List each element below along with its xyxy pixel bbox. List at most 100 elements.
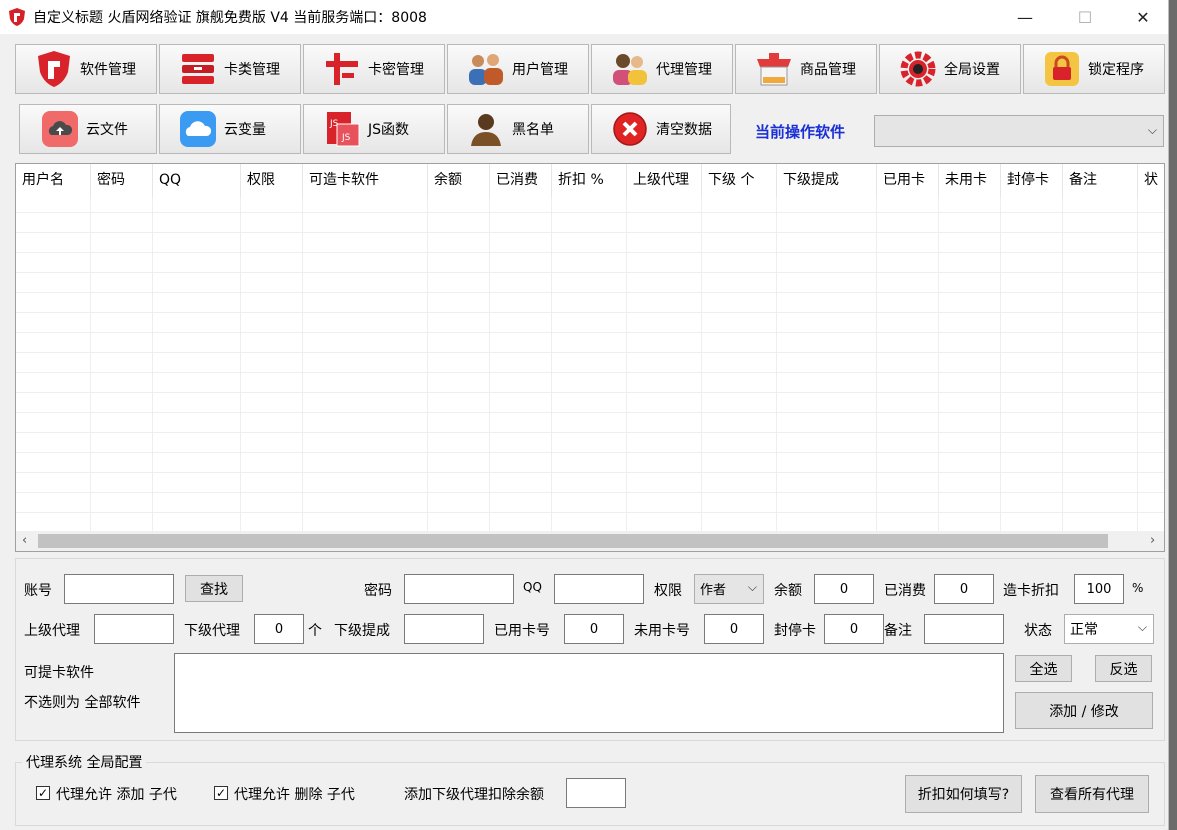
column-header[interactable]: 折扣 %: [552, 164, 627, 198]
column-header[interactable]: 已用卡: [877, 164, 939, 198]
banned-cards-input[interactable]: [824, 614, 884, 644]
user-manage-button[interactable]: 用户管理: [447, 44, 589, 94]
banned-cards-label: 封停卡: [774, 623, 816, 639]
cloud-file-label: 云文件: [86, 122, 128, 138]
cloud-variable-button[interactable]: 云变量: [159, 104, 301, 154]
qq-input[interactable]: [554, 574, 644, 604]
allow-delete-checkbox[interactable]: ✓: [214, 786, 228, 800]
scrollbar-thumb[interactable]: [38, 534, 1108, 548]
software-manage-label: 软件管理: [80, 62, 136, 78]
card-stack-icon: [178, 49, 218, 89]
parent-agent-input[interactable]: [94, 614, 174, 644]
scroll-left-icon[interactable]: ‹: [22, 531, 27, 551]
column-header[interactable]: QQ: [153, 164, 241, 198]
account-label: 账号: [24, 583, 52, 599]
svg-text:JS: JS: [329, 119, 339, 129]
invert-selection-button[interactable]: 反选: [1095, 655, 1152, 682]
note-label: 备注: [884, 623, 912, 639]
column-divider: [938, 198, 939, 532]
blacklist-button[interactable]: 黑名单: [447, 104, 589, 154]
deduct-balance-input[interactable]: [566, 778, 626, 808]
deduct-balance-label: 添加下级代理扣除余额: [404, 787, 544, 803]
allow-add-checkbox[interactable]: ✓: [36, 786, 50, 800]
column-header[interactable]: 下级提成: [777, 164, 877, 198]
discount-help-button[interactable]: 折扣如何填写?: [905, 775, 1022, 813]
svg-text:JS: JS: [341, 133, 351, 143]
row-divider: [16, 412, 1164, 413]
select-all-button[interactable]: 全选: [1015, 655, 1072, 682]
column-header[interactable]: 密码: [91, 164, 153, 198]
column-divider: [152, 198, 153, 532]
row-divider: [16, 512, 1164, 513]
column-header[interactable]: 用户名: [16, 164, 91, 198]
view-all-agents-button[interactable]: 查看所有代理: [1035, 775, 1149, 813]
used-cards-input[interactable]: [564, 614, 624, 644]
current-software-select[interactable]: ⌵: [874, 115, 1164, 147]
row-divider: [16, 232, 1164, 233]
global-settings-button[interactable]: 全局设置: [879, 44, 1021, 94]
percent-label: %: [1132, 581, 1144, 595]
consumed-input[interactable]: [934, 574, 994, 604]
card-key-manage-button[interactable]: 卡密管理: [303, 44, 445, 94]
account-input[interactable]: [64, 574, 174, 604]
note-input[interactable]: [924, 614, 1004, 644]
add-modify-button[interactable]: 添加 / 修改: [1015, 692, 1153, 729]
agent-manage-label: 代理管理: [656, 62, 712, 78]
goods-manage-label: 商品管理: [800, 62, 856, 78]
column-header[interactable]: 余额: [428, 164, 490, 198]
column-header[interactable]: 备注: [1063, 164, 1138, 198]
column-header[interactable]: 已消费: [490, 164, 552, 198]
software-manage-button[interactable]: 软件管理: [15, 44, 157, 94]
sub-agent-label: 下级代理: [184, 623, 240, 639]
status-select[interactable]: 正常 ⌵: [1064, 614, 1154, 644]
horizontal-scrollbar[interactable]: ‹ ›: [16, 531, 1164, 551]
row-divider: [16, 392, 1164, 393]
row-divider: [16, 292, 1164, 293]
scroll-right-icon[interactable]: ›: [1150, 531, 1155, 551]
card-type-manage-label: 卡类管理: [224, 62, 280, 78]
column-header[interactable]: 权限: [241, 164, 303, 198]
row-divider: [16, 372, 1164, 373]
used-cards-label: 已用卡号: [494, 623, 550, 639]
blacklist-label: 黑名单: [512, 122, 554, 138]
password-input[interactable]: [404, 574, 514, 604]
column-header[interactable]: 未用卡: [939, 164, 1001, 198]
cloud-upload-icon: [40, 109, 80, 149]
clear-data-button[interactable]: 清空数据: [591, 104, 731, 154]
agents-icon: [610, 49, 650, 89]
unused-cards-input[interactable]: [704, 614, 764, 644]
sub-commission-input[interactable]: [404, 614, 484, 644]
user-table[interactable]: 用户名 密码 QQ 权限 可造卡软件 余额 已消费 折扣 % 上级代理 下级 个下级提成 已用卡 未用…: [15, 163, 1165, 552]
minimize-button[interactable]: —: [1002, 0, 1048, 34]
global-settings-label: 全局设置: [944, 62, 1000, 78]
check-icon: ✓: [37, 786, 49, 800]
column-divider: [701, 198, 702, 532]
balance-input[interactable]: [814, 574, 874, 604]
column-header[interactable]: 状: [1138, 164, 1164, 198]
maximize-button[interactable]: ☐: [1062, 0, 1108, 34]
lock-program-button[interactable]: 锁定程序: [1023, 44, 1165, 94]
agent-manage-button[interactable]: 代理管理: [591, 44, 733, 94]
card-discount-input[interactable]: [1074, 574, 1124, 604]
software-list[interactable]: [174, 653, 1004, 733]
permission-select[interactable]: 作者 ⌵: [694, 574, 764, 604]
column-header[interactable]: 下级 个: [702, 164, 777, 198]
find-button[interactable]: 查找: [185, 575, 243, 602]
js-icon: JS JS: [322, 109, 362, 149]
cloud-file-button[interactable]: 云文件: [19, 104, 157, 154]
column-header[interactable]: 可造卡软件: [303, 164, 428, 198]
close-button[interactable]: ✕: [1120, 0, 1166, 34]
column-divider: [1062, 198, 1063, 532]
clear-icon: [610, 109, 650, 149]
status-value: 正常: [1070, 622, 1098, 638]
goods-manage-button[interactable]: 商品管理: [735, 44, 877, 94]
chevron-down-icon: ⌵: [1137, 620, 1147, 634]
current-software-label: 当前操作软件: [755, 123, 846, 141]
js-function-button[interactable]: JS JS JS函数: [303, 104, 445, 154]
card-discount-label: 造卡折扣: [1003, 583, 1059, 599]
card-type-manage-button[interactable]: 卡类管理: [159, 44, 301, 94]
column-header[interactable]: 上级代理: [627, 164, 702, 198]
sub-agent-input[interactable]: [254, 614, 304, 644]
column-header[interactable]: 封停卡: [1001, 164, 1063, 198]
row-divider: [16, 272, 1164, 273]
